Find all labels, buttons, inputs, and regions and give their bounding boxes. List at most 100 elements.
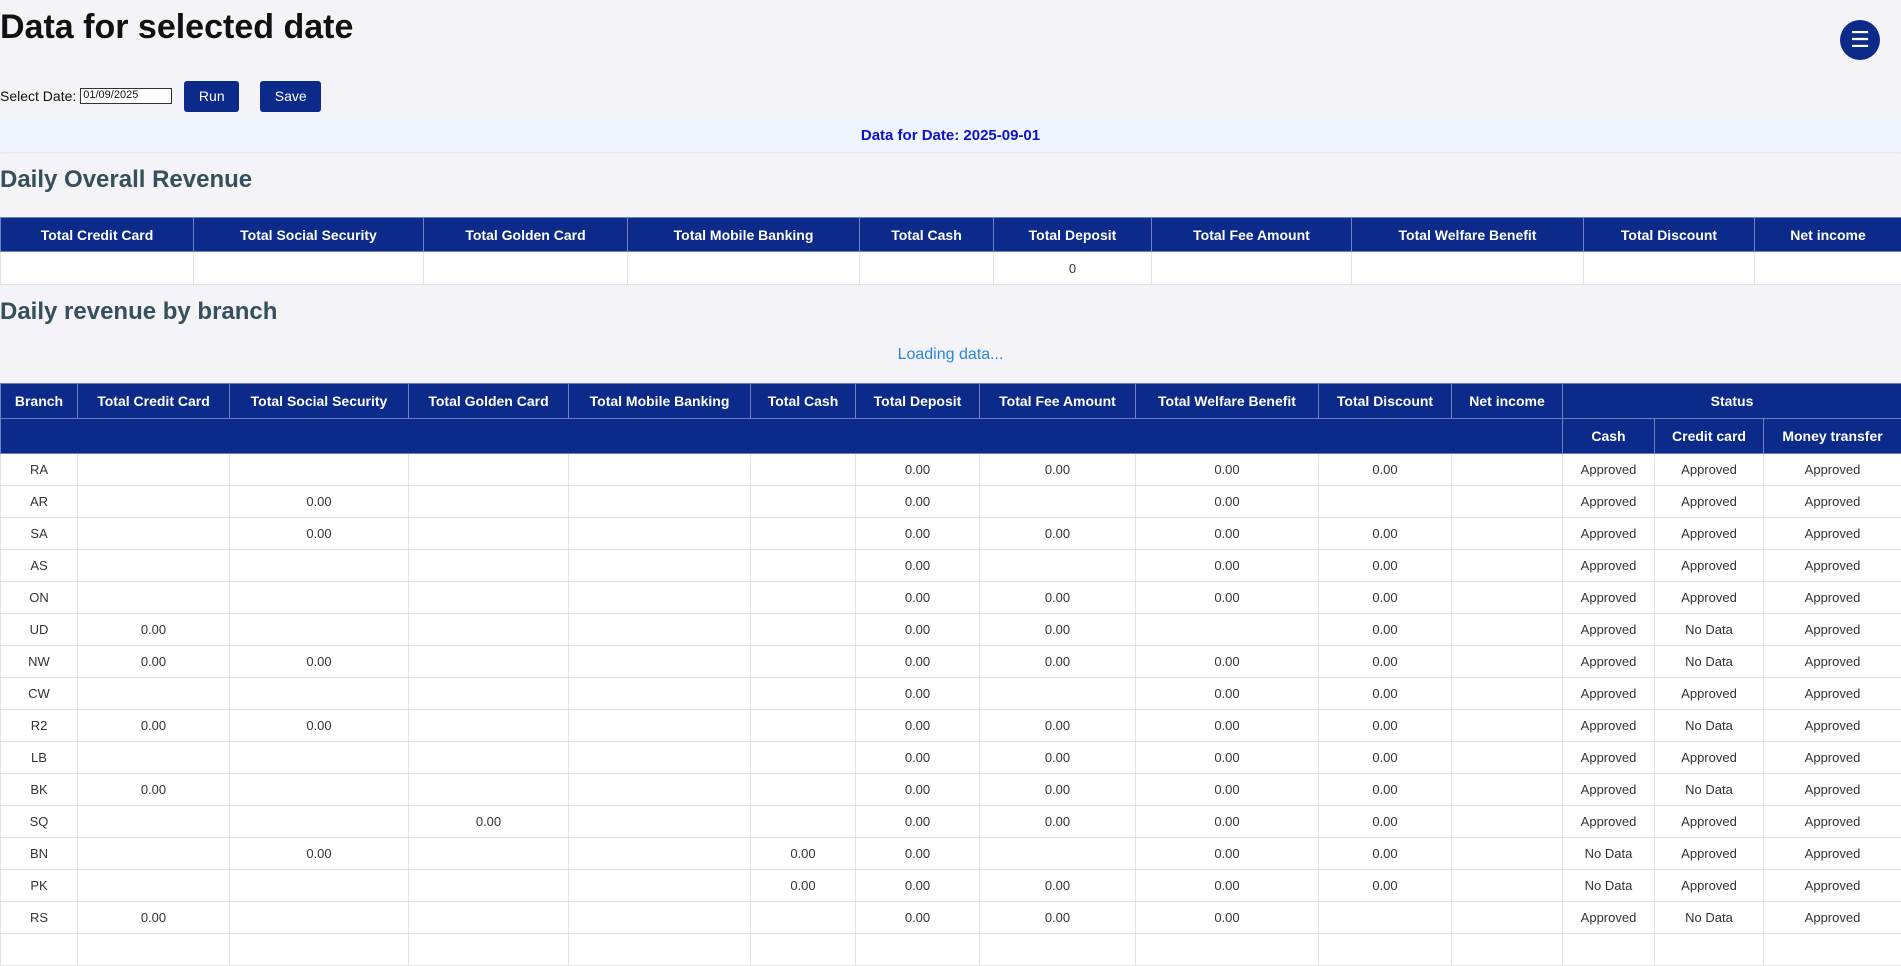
value-cell [751, 646, 856, 678]
header-status-credit-card: Credit card [1655, 419, 1764, 454]
value-cell [409, 774, 569, 806]
value-cell: 0.00 [980, 902, 1136, 934]
value-cell [751, 518, 856, 550]
value-cell [78, 838, 230, 870]
header-total-fee-amount: Total Fee Amount [980, 384, 1136, 419]
table-row: ON0.000.000.000.00ApprovedApprovedApprov… [1, 582, 1901, 614]
status-cell: Approved [1563, 454, 1655, 486]
status-cell: Approved [1764, 614, 1901, 646]
value-cell: 0.00 [1136, 486, 1319, 518]
status-cell: Approved [1764, 902, 1901, 934]
table-row: AS0.000.000.00ApprovedApprovedApproved [1, 550, 1901, 582]
value-cell: 0.00 [856, 838, 980, 870]
value-cell: 0.00 [1136, 806, 1319, 838]
hamburger-menu-icon: ☰ [1850, 27, 1870, 53]
value-cell [1452, 614, 1563, 646]
table-row: SQ0.000.000.000.000.00ApprovedApprovedAp… [1, 806, 1901, 838]
status-cell: Approved [1655, 518, 1764, 550]
status-cell: Approved [1655, 550, 1764, 582]
value-cell [1452, 870, 1563, 902]
value-cell: 0.00 [856, 454, 980, 486]
value-cell [569, 614, 751, 646]
branch-code-cell: PK [1, 870, 78, 902]
value-cell: 0.00 [1319, 742, 1452, 774]
status-cell: Approved [1563, 774, 1655, 806]
value-cell [980, 838, 1136, 870]
status-cell: Approved [1764, 454, 1901, 486]
header-total-mobile-banking: Total Mobile Banking [569, 384, 751, 419]
value-cell [751, 806, 856, 838]
table-row: PK0.000.000.000.000.00No DataApprovedApp… [1, 870, 1901, 902]
cell-total-mobile-banking [628, 252, 860, 285]
value-cell: 0.00 [856, 518, 980, 550]
table-row: R20.000.000.000.000.000.00ApprovedNo Dat… [1, 710, 1901, 742]
table-row: BN0.000.000.000.000.00No DataApprovedApp… [1, 838, 1901, 870]
overall-revenue-title: Daily Overall Revenue [0, 166, 252, 194]
value-cell: 0.00 [980, 582, 1136, 614]
value-cell: 0.00 [1136, 742, 1319, 774]
value-cell [230, 454, 409, 486]
cell-net-income [1755, 252, 1901, 285]
value-cell [1452, 806, 1563, 838]
value-cell [1452, 710, 1563, 742]
value-cell [78, 486, 230, 518]
value-cell: 0.00 [1319, 870, 1452, 902]
value-cell: 0.00 [1319, 582, 1452, 614]
value-cell: 0.00 [1136, 582, 1319, 614]
status-cell: Approved [1764, 582, 1901, 614]
table-row: CW0.000.000.00ApprovedApprovedApproved [1, 678, 1901, 710]
value-cell [78, 454, 230, 486]
status-cell: Approved [1563, 550, 1655, 582]
date-input[interactable]: 01/09/2025 [80, 88, 172, 104]
value-cell [78, 582, 230, 614]
value-cell [569, 454, 751, 486]
value-cell: 0.00 [1136, 902, 1319, 934]
save-button[interactable]: Save [260, 81, 321, 112]
value-cell [751, 550, 856, 582]
table-row: LB0.000.000.000.00ApprovedApprovedApprov… [1, 742, 1901, 774]
value-cell [230, 870, 409, 902]
date-label: Select Date: [0, 88, 76, 104]
value-cell [78, 678, 230, 710]
status-cell [1655, 934, 1764, 966]
value-cell [230, 774, 409, 806]
table-row: RS0.000.000.000.00ApprovedNo DataApprove… [1, 902, 1901, 934]
value-cell: 0.00 [1319, 678, 1452, 710]
value-cell: 0.00 [78, 614, 230, 646]
status-cell: Approved [1563, 902, 1655, 934]
value-cell: 0.00 [1136, 710, 1319, 742]
value-cell [1452, 774, 1563, 806]
status-cell: No Data [1655, 902, 1764, 934]
value-cell [1452, 934, 1563, 966]
status-cell: Approved [1563, 710, 1655, 742]
status-cell: Approved [1655, 838, 1764, 870]
table-row: NW0.000.000.000.000.000.00ApprovedNo Dat… [1, 646, 1901, 678]
value-cell [1452, 838, 1563, 870]
status-cell: No Data [1655, 710, 1764, 742]
branch-code-cell: BK [1, 774, 78, 806]
status-cell: Approved [1563, 678, 1655, 710]
status-cell: Approved [1563, 518, 1655, 550]
run-button[interactable]: Run [184, 81, 239, 112]
value-cell [751, 454, 856, 486]
branch-revenue-title: Daily revenue by branch [0, 298, 277, 326]
status-cell: No Data [1655, 614, 1764, 646]
branch-code-cell: AR [1, 486, 78, 518]
status-cell: Approved [1655, 806, 1764, 838]
header-total-golden-card: Total Golden Card [409, 384, 569, 419]
value-cell [1452, 902, 1563, 934]
value-cell: 0.00 [856, 806, 980, 838]
status-cell: Approved [1563, 742, 1655, 774]
menu-button[interactable]: ☰ [1840, 20, 1880, 60]
value-cell [751, 742, 856, 774]
value-cell: 0.00 [980, 774, 1136, 806]
value-cell [751, 486, 856, 518]
value-cell [980, 550, 1136, 582]
value-cell [751, 902, 856, 934]
value-cell: 0.00 [751, 838, 856, 870]
page-title: Data for selected date [0, 8, 353, 47]
status-cell [1764, 934, 1901, 966]
value-cell: 0.00 [856, 742, 980, 774]
header-status-cash: Cash [1563, 419, 1655, 454]
branch-code-cell: R2 [1, 710, 78, 742]
